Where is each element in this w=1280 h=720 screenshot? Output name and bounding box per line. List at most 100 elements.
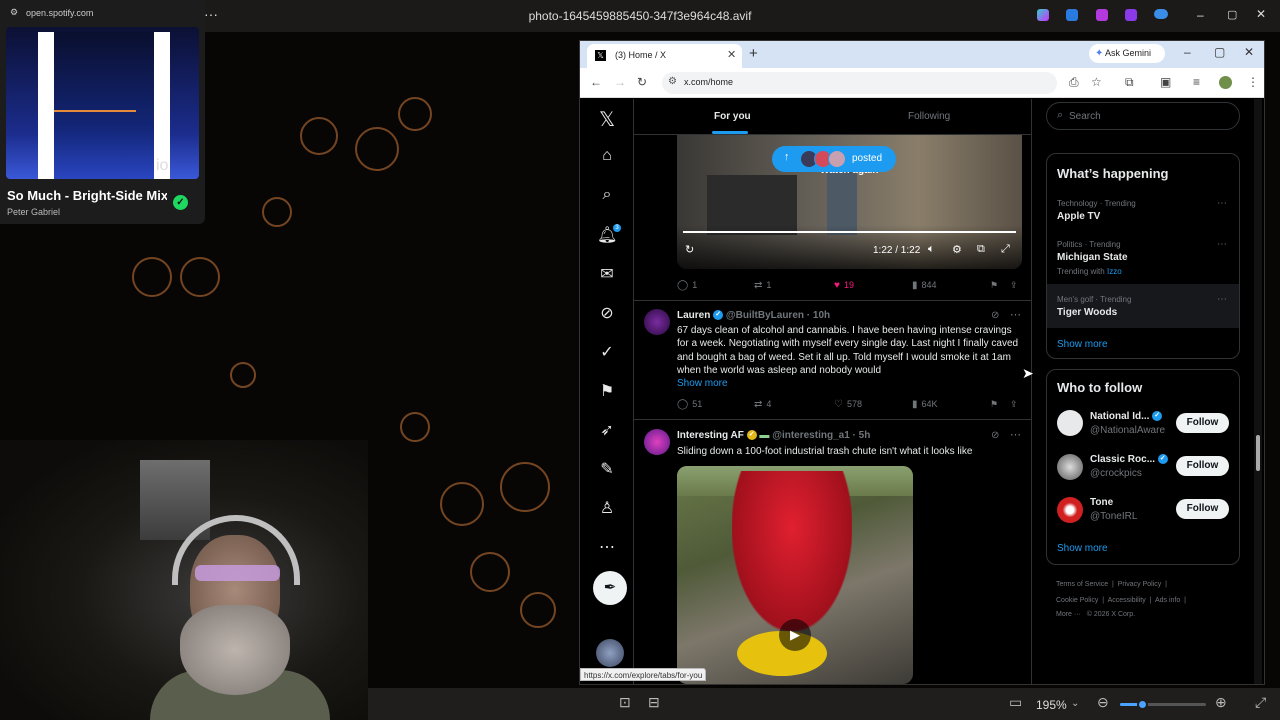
reply-button[interactable]: ◯ 51: [677, 399, 702, 410]
share-icon[interactable]: ⇪: [1010, 280, 1018, 291]
settings-icon[interactable]: ⚙: [10, 7, 18, 18]
chevron-down-icon[interactable]: ⌄: [1071, 698, 1079, 709]
url-text[interactable]: x.com/home: [684, 77, 733, 87]
saved-check-icon[interactable]: ✓: [173, 195, 188, 210]
extensions-icon[interactable]: ⧉: [1125, 75, 1134, 90]
tab-following[interactable]: Following: [908, 111, 950, 122]
tab-for-you[interactable]: For you: [714, 111, 751, 122]
trend-name[interactable]: Apple TV: [1057, 211, 1100, 222]
avatar[interactable]: [1057, 410, 1083, 436]
app-icon-designer[interactable]: [1125, 9, 1137, 21]
avatar[interactable]: [644, 429, 670, 455]
follow-button[interactable]: Follow: [1176, 456, 1229, 476]
trend-link[interactable]: Izzo: [1107, 267, 1122, 276]
app-icon-paint[interactable]: [1066, 9, 1078, 21]
new-posts-pill[interactable]: ↑ posted: [772, 146, 896, 172]
maximize-icon[interactable]: ▢: [1214, 45, 1225, 59]
footer-links[interactable]: Terms of Service | Privacy Policy |: [1056, 581, 1167, 588]
repost-button[interactable]: ⇄ 4: [754, 399, 771, 410]
minimize-icon[interactable]: –: [1184, 45, 1191, 59]
trend-name[interactable]: Tiger Woods: [1057, 307, 1117, 318]
follow-button[interactable]: Follow: [1176, 413, 1229, 433]
like-button[interactable]: ♥ 19: [834, 280, 854, 291]
share-icon[interactable]: ⇪: [1010, 399, 1018, 410]
more-icon[interactable]: ⋯: [1217, 294, 1227, 305]
scrollbar[interactable]: [1254, 99, 1262, 684]
menu-icon[interactable]: ⋮: [1247, 75, 1259, 89]
install-app-icon[interactable]: ⎙: [1069, 75, 1079, 90]
views-button[interactable]: ▮ 64K: [912, 399, 938, 410]
address-bar[interactable]: ⚙ x.com/home: [662, 72, 1057, 94]
spotify-mini-player[interactable]: ⚙ open.spotify.com io So Much - Bright-S…: [0, 0, 205, 224]
follow-button[interactable]: Follow: [1176, 499, 1229, 519]
communities-icon[interactable]: ✓: [597, 342, 617, 362]
bookmark-icon[interactable]: ⚑: [990, 399, 998, 410]
show-more-link[interactable]: Show more: [1057, 339, 1108, 350]
app-icon-onedrive[interactable]: [1154, 9, 1168, 19]
rocket-icon[interactable]: ➶: [597, 420, 617, 440]
account-name[interactable]: Tone: [1090, 497, 1113, 508]
bookmark-icon[interactable]: ⚑: [990, 280, 998, 291]
bookmark-icon[interactable]: ⚑: [597, 381, 617, 401]
maximize-icon[interactable]: ▢: [1227, 8, 1237, 21]
post-author[interactable]: Lauren ✓ @BuiltByLauren · 10h: [677, 310, 830, 321]
ocr-icon[interactable]: ⊟: [648, 694, 660, 711]
media-icon[interactable]: ≡: [1193, 75, 1200, 89]
new-tab-icon[interactable]: +: [749, 45, 758, 62]
zoom-out-icon[interactable]: ⊖: [1097, 694, 1109, 711]
profile-avatar[interactable]: [1219, 76, 1232, 89]
mail-icon[interactable]: ✉: [597, 264, 617, 284]
ask-gemini-button[interactable]: ✦ Ask Gemini: [1089, 44, 1165, 63]
more-icon[interactable]: ⋯: [597, 537, 617, 557]
avatar[interactable]: [644, 309, 670, 335]
reply-button[interactable]: ◯ 1: [677, 280, 697, 291]
grok-icon[interactable]: ⊘: [991, 430, 999, 441]
like-button[interactable]: ♡ 578: [834, 399, 862, 410]
play-icon[interactable]: ▶: [779, 619, 811, 651]
minimize-icon[interactable]: –: [1197, 8, 1204, 22]
close-icon[interactable]: ✕: [1256, 7, 1266, 21]
replay-icon[interactable]: ↻: [685, 243, 694, 256]
account-avatar[interactable]: [596, 639, 624, 667]
article-icon[interactable]: ✎: [597, 459, 617, 479]
views-button[interactable]: ▮ 844: [912, 280, 937, 291]
screenshot-icon[interactable]: ▣: [1160, 75, 1171, 89]
grok-icon[interactable]: ⊘: [597, 303, 617, 323]
more-icon[interactable]: ⋯: [1217, 239, 1227, 250]
avatar[interactable]: [1057, 497, 1083, 523]
back-icon[interactable]: ←: [590, 75, 602, 89]
more-icon[interactable]: ⋯: [1010, 428, 1021, 441]
show-more-link[interactable]: Show more: [677, 378, 728, 389]
repost-button[interactable]: ⇄ 1: [754, 280, 771, 291]
search-icon[interactable]: ⌕: [597, 186, 617, 204]
video-progress[interactable]: [683, 231, 1016, 233]
zoom-level[interactable]: 195%: [1036, 698, 1067, 712]
show-more-link[interactable]: Show more: [1057, 543, 1108, 554]
post-button[interactable]: ✒: [593, 571, 627, 605]
more-icon[interactable]: ⋯: [1010, 308, 1021, 321]
trend-name[interactable]: Michigan State: [1057, 252, 1128, 263]
tab-close-icon[interactable]: ✕: [727, 48, 736, 61]
reload-icon[interactable]: ↻: [637, 75, 647, 89]
account-name[interactable]: National Id... ✓: [1090, 411, 1163, 422]
app-icon-clipchamp[interactable]: [1096, 9, 1108, 21]
browser-tab[interactable]: 𝕏 (3) Home / X ✕: [587, 44, 742, 68]
scrollbar-thumb[interactable]: [1256, 435, 1260, 471]
x-logo-icon[interactable]: 𝕏: [597, 107, 617, 132]
bookmark-star-icon[interactable]: ☆: [1091, 75, 1102, 89]
zoom-in-icon[interactable]: ⊕: [1215, 694, 1227, 711]
expand-icon[interactable]: ⤢: [1255, 694, 1266, 711]
search-input[interactable]: ⌕ Search: [1046, 102, 1240, 130]
forward-icon[interactable]: →: [614, 75, 626, 89]
crop-icon[interactable]: ⊡: [619, 694, 631, 711]
profile-icon[interactable]: ♙: [597, 498, 617, 518]
grok-icon[interactable]: ⊘: [991, 310, 999, 321]
site-info-icon[interactable]: ⚙: [668, 76, 677, 87]
volume-icon[interactable]: 🔈︎: [928, 243, 935, 256]
settings-icon[interactable]: ⚙: [952, 243, 962, 256]
zoom-slider-thumb[interactable]: [1137, 699, 1148, 710]
avatar[interactable]: [1057, 454, 1083, 480]
footer-links[interactable]: Cookie Policy | Accessibility | Ads info…: [1056, 597, 1186, 604]
post-author[interactable]: Interesting AF ✓ ▬ @interesting_a1 · 5h: [677, 430, 870, 441]
footer-copyright[interactable]: More ··· © 2026 X Corp.: [1056, 611, 1135, 618]
